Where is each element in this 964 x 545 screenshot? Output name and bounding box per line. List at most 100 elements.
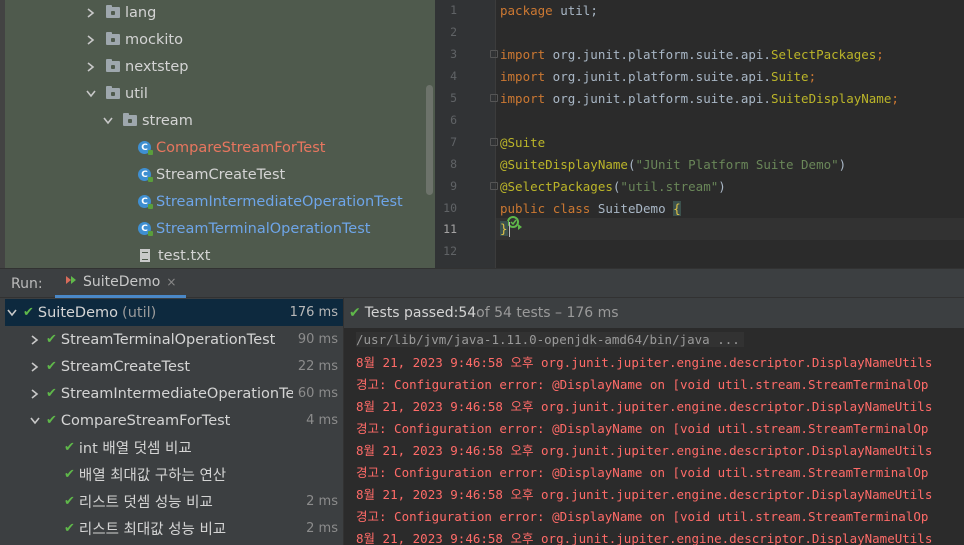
line-number: 12 xyxy=(443,244,457,258)
fold-marker-icon[interactable] xyxy=(490,94,498,102)
semicolon: ; xyxy=(891,90,899,106)
chevron-down-icon[interactable] xyxy=(101,117,115,125)
run-console[interactable]: ✔ Tests passed: 54 of 54 tests – 176 ms … xyxy=(344,298,964,545)
code-line-3: 3 import org.junit.platform.suite.api.Se… xyxy=(435,43,964,65)
paren-close: ) xyxy=(718,178,726,194)
test-row-list-max-performance[interactable]: ✔ 리스트 최대값 성능 비교 2 ms xyxy=(64,515,343,542)
tree-file-test-txt[interactable]: test.txt xyxy=(138,242,210,268)
run-tab-suitedemo[interactable]: SuiteDemo × xyxy=(55,269,187,298)
class-name: SuiteDemo xyxy=(597,200,666,216)
import-class: SelectPackages xyxy=(770,46,877,62)
keyword-public: public xyxy=(500,200,546,216)
test-row-stream-create-test[interactable]: ✔ StreamCreateTest 22 ms xyxy=(28,353,343,380)
close-icon[interactable]: × xyxy=(166,275,176,289)
project-tree-gutter xyxy=(0,0,5,268)
tree-item-label: StreamTerminalOperationTest xyxy=(156,220,371,237)
test-name: int 배열 덧셈 비교 xyxy=(78,441,192,457)
test-duration: 2 ms xyxy=(306,494,338,509)
tree-folder-mockito[interactable]: mockito xyxy=(84,26,183,53)
code-line-12: 12 xyxy=(435,240,964,262)
test-row-compare-stream-for-test[interactable]: ✔ CompareStreamForTest 4 ms xyxy=(28,407,343,434)
tree-item-label: CompareStreamForTest xyxy=(156,139,326,156)
console-log-line: 경고: Configuration error: @DisplayName on… xyxy=(356,420,929,436)
fold-marker-icon[interactable] xyxy=(490,50,498,58)
tree-item-label: util xyxy=(125,85,148,102)
project-tree-scrollbar[interactable] xyxy=(426,85,433,195)
folder-icon xyxy=(123,113,137,126)
test-package: (util) xyxy=(122,304,157,321)
console-command-line[interactable]: /usr/lib/jvm/java-1.11.0-openjdk-amd64/b… xyxy=(356,328,744,350)
code-line-7: 7 @Suite xyxy=(435,131,964,153)
tests-passed-icon: ✔ xyxy=(349,305,361,321)
keyword-package: package xyxy=(500,2,553,18)
test-row-suitedemo[interactable]: ✔ SuiteDemo (util) 176 ms xyxy=(5,299,343,326)
code-line-8: 8 @SuiteDisplayName("JUnit Platform Suit… xyxy=(435,153,964,175)
chevron-right-icon[interactable] xyxy=(84,61,98,72)
line-number: 3 xyxy=(450,47,457,61)
keyword-import: import xyxy=(500,90,546,106)
tree-class-stream-intermediate-operation-test[interactable]: C StreamIntermediateOperationTest xyxy=(138,188,403,215)
code-line-11: 11 } xyxy=(435,218,964,240)
tree-item-label: StreamIntermediateOperationTest xyxy=(156,193,403,210)
import-path: org.junit.platform.suite.api. xyxy=(545,90,771,106)
chevron-down-icon[interactable] xyxy=(5,309,19,317)
keyword-class: class xyxy=(552,200,591,216)
test-duration: 4 ms xyxy=(306,413,338,428)
test-row-int-array-sum[interactable]: ✔ int 배열 덧셈 비교 xyxy=(64,434,343,461)
tree-item-label: stream xyxy=(142,112,193,129)
test-name: StreamIntermediateOperationTe xyxy=(60,385,293,402)
code-line-4: 4 import org.junit.platform.suite.api.Su… xyxy=(435,65,964,87)
line-number: 9 xyxy=(450,179,457,193)
chevron-down-icon[interactable] xyxy=(84,90,98,98)
line-number: 11 xyxy=(443,222,457,236)
fold-marker-icon[interactable] xyxy=(490,138,498,146)
status-prefix: Tests passed: xyxy=(364,305,459,321)
code-line-5: 5 import org.junit.platform.suite.api.Su… xyxy=(435,87,964,109)
tree-item-label: test.txt xyxy=(158,247,211,264)
line-number: 4 xyxy=(450,69,457,83)
line-number: 8 xyxy=(450,157,457,171)
code-editor[interactable]: 1 package util; 2 3 import org.junit.pla… xyxy=(435,0,964,268)
test-duration: 90 ms xyxy=(297,332,338,347)
console-log-line: 8월 21, 2023 9:46:58 오후 org.junit.jupiter… xyxy=(356,398,933,414)
folder-icon xyxy=(106,59,120,72)
test-name: StreamCreateTest xyxy=(60,358,191,375)
code-line-10: 10 public class SuiteDemo { xyxy=(435,197,964,230)
test-row-list-sum-performance[interactable]: ✔ 리스트 덧셈 성능 비교 2 ms xyxy=(64,488,343,515)
fold-marker-icon[interactable] xyxy=(490,182,498,190)
import-class: Suite xyxy=(770,68,809,84)
project-tree: lang mockito nextstep util stream C Comp… xyxy=(0,0,435,268)
console-log-line: 8월 21, 2023 9:46:58 오후 org.junit.jupiter… xyxy=(356,486,933,502)
test-passed-icon: ✔ xyxy=(46,386,57,401)
test-name: 리스트 최대값 성능 비교 xyxy=(78,522,227,538)
tree-class-stream-terminal-operation-test[interactable]: C StreamTerminalOperationTest xyxy=(138,215,370,242)
semicolon: ; xyxy=(876,46,884,62)
chevron-right-icon[interactable] xyxy=(84,7,98,18)
chevron-right-icon[interactable] xyxy=(28,388,42,399)
chevron-down-icon[interactable] xyxy=(28,417,42,425)
tree-class-stream-create-test[interactable]: C StreamCreateTest xyxy=(138,161,285,188)
code-line-9: 9 @SelectPackages("util.stream") xyxy=(435,175,964,197)
tree-folder-util[interactable]: util xyxy=(84,80,148,107)
test-row-stream-intermediate-operation-test[interactable]: ✔ StreamIntermediateOperationTe 60 ms xyxy=(28,380,343,407)
tree-item-label: nextstep xyxy=(125,58,189,75)
text-caret xyxy=(508,222,510,237)
package-name: util; xyxy=(552,2,598,18)
line-number: 1 xyxy=(450,3,457,17)
tree-folder-nextstep[interactable]: nextstep xyxy=(84,53,189,80)
tree-item-label: StreamCreateTest xyxy=(156,166,286,183)
test-row-array-max[interactable]: ✔ 배열 최대값 구하는 연산 xyxy=(64,461,343,488)
chevron-right-icon[interactable] xyxy=(28,361,42,372)
tree-class-compare-stream-for-test[interactable]: C CompareStreamForTest xyxy=(138,134,325,161)
tree-folder-stream[interactable]: stream xyxy=(101,107,193,134)
tree-folder-lang[interactable]: lang xyxy=(84,0,156,26)
chevron-right-icon[interactable] xyxy=(84,34,98,45)
test-row-stream-terminal-operation-test[interactable]: ✔ StreamTerminalOperationTest 90 ms xyxy=(28,326,343,353)
chevron-right-icon[interactable] xyxy=(28,334,42,345)
import-path: org.junit.platform.suite.api. xyxy=(545,68,771,84)
line-number: 7 xyxy=(450,135,457,149)
test-name: 리스트 덧셈 성능 비교 xyxy=(78,495,213,511)
run-window-title: Run: xyxy=(11,276,43,292)
test-duration: 22 ms xyxy=(297,359,338,374)
paren-close: ) xyxy=(838,156,847,172)
